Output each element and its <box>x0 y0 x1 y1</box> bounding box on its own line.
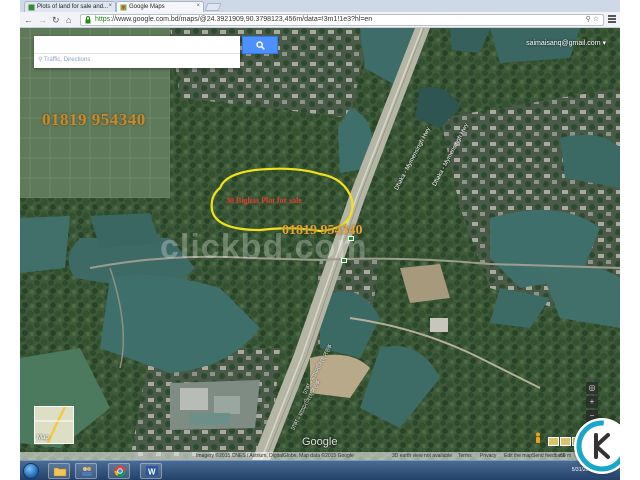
taskbar-item-people[interactable] <box>75 463 97 479</box>
tab-plots-of-land[interactable]: Plots of land for sale and... × <box>24 1 116 12</box>
search-button[interactable] <box>242 36 278 54</box>
url-text: ://www.google.com.bd/maps/@24.3921909,90… <box>110 16 373 23</box>
earth-view-notice: 3D earth view not available <box>392 453 453 459</box>
tab-strip: Plots of land for sale and... × Google M… <box>20 0 620 12</box>
layer-thumbnail[interactable] <box>560 437 571 446</box>
maps-icon <box>120 4 127 11</box>
highway-shield-icon <box>341 258 347 263</box>
close-tab-icon[interactable]: × <box>196 3 200 9</box>
browser-toolbar: ← → ↻ ⌂ https://www.google.com.bd/maps/@… <box>20 12 620 28</box>
tab-label: Plots of land for sale and... <box>37 4 109 10</box>
page-icon <box>28 4 35 11</box>
map-canvas[interactable]: clickbd.com 01819 954340 30 Bighas Plot … <box>20 28 620 460</box>
taskbar-item-chrome[interactable] <box>108 463 130 479</box>
search-panel: ⚲ Traffic, Directions <box>34 36 240 68</box>
close-tab-icon[interactable]: × <box>108 3 112 9</box>
imagery-credit: Imagery ©2015 CNES / Astrium, DigitalGlo… <box>196 453 354 459</box>
directions-link[interactable]: ⚲ Traffic, Directions <box>38 56 90 63</box>
new-tab-button[interactable] <box>204 3 222 11</box>
account-email: saimaisanq@gmail.com <box>526 40 601 47</box>
folder-icon <box>53 467 67 477</box>
word-icon: W <box>146 466 158 477</box>
terms-link[interactable]: Terms <box>458 452 472 460</box>
chrome-icon <box>114 465 126 477</box>
privacy-link[interactable]: Privacy <box>480 452 496 460</box>
chevron-down-icon: ▾ <box>602 40 606 47</box>
compass-icon[interactable]: ◎ <box>586 382 598 394</box>
traffic-icon: ⚲ <box>38 57 43 63</box>
tab-label: Google Maps <box>129 4 165 10</box>
back-arrow-icon[interactable]: ← <box>24 14 33 26</box>
svg-text:W: W <box>148 468 156 477</box>
map-type-toggle[interactable]: Map <box>34 406 74 444</box>
search-input[interactable] <box>34 36 240 54</box>
phone-number-overlay: 01819 954340 <box>42 110 146 129</box>
highway-shield-icon <box>348 236 354 241</box>
star-icon[interactable]: ☆ <box>593 16 599 23</box>
browser-menu-icon[interactable] <box>608 15 616 23</box>
start-button[interactable] <box>23 463 39 479</box>
scale-label: 60 m <box>560 453 572 459</box>
layer-thumbnail[interactable] <box>548 437 559 446</box>
pegman-icon[interactable] <box>533 432 543 444</box>
edit-map-link[interactable]: Edit the map <box>504 452 532 460</box>
attribution-bar: Imagery ©2015 CNES / Astrium, DigitalGlo… <box>20 452 620 460</box>
zoom-in-button[interactable]: + <box>586 396 598 408</box>
google-logo: Google <box>302 436 338 448</box>
taskbar-item-word[interactable]: W <box>140 463 162 479</box>
search-icon[interactable]: ⚲ <box>586 16 591 23</box>
windows-taskbar: W 5/31/2015 <box>20 460 620 480</box>
reload-icon[interactable]: ↻ <box>52 14 60 26</box>
minimap-label: Map <box>37 435 49 441</box>
address-bar[interactable]: https://www.google.com.bd/maps/@24.39219… <box>80 14 604 26</box>
home-icon[interactable]: ⌂ <box>66 14 71 26</box>
clickbd-logo <box>574 418 620 474</box>
account-menu[interactable]: saimaisanq@gmail.com ▾ <box>526 39 606 47</box>
lock-icon <box>85 16 91 24</box>
browser-window: Plots of land for sale and... × Google M… <box>20 0 620 480</box>
plot-label: 30 Bighas Plot for sale <box>226 196 302 205</box>
tab-google-maps[interactable]: Google Maps × <box>116 1 204 12</box>
search-icon <box>256 41 265 50</box>
url-scheme: https <box>95 16 111 23</box>
clickbd-logo-icon <box>576 420 620 472</box>
forward-arrow-icon[interactable]: → <box>38 14 47 26</box>
people-icon <box>82 467 92 476</box>
taskbar-item-explorer[interactable] <box>48 463 70 479</box>
